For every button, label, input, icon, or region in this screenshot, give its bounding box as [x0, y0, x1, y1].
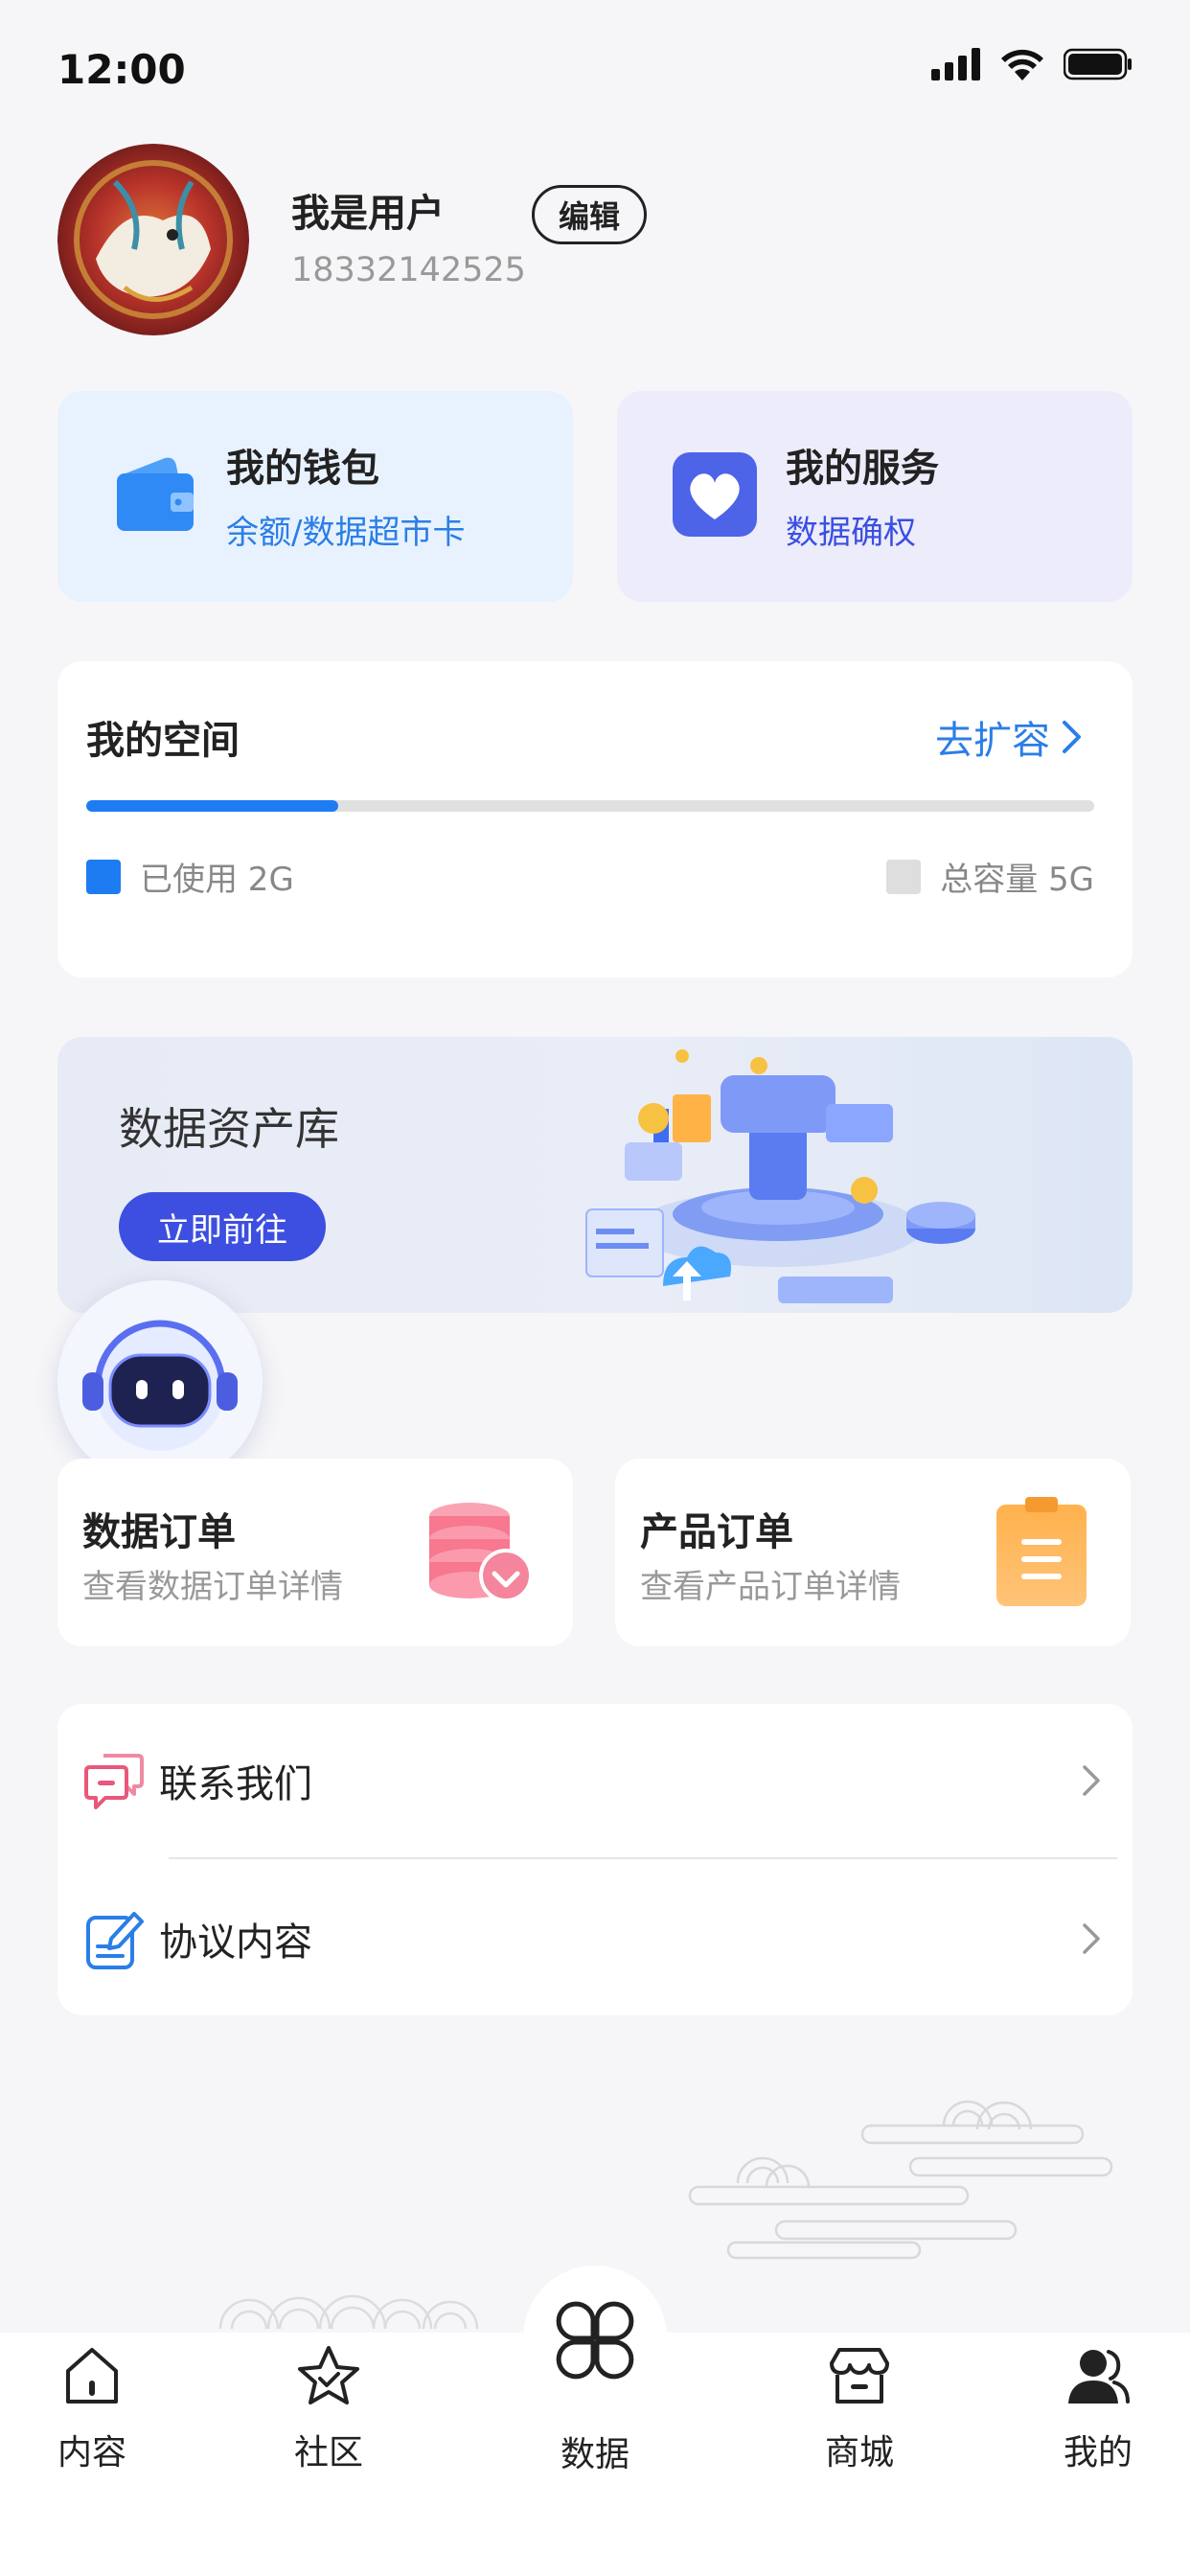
go-now-button[interactable]: 立即前往 [119, 1192, 326, 1261]
storage-card: 我的空间 去扩容 已使用 2G 总容量 5G [57, 661, 1133, 978]
clover-icon[interactable] [547, 2292, 643, 2388]
store-icon [830, 2348, 889, 2404]
database-icon [429, 1503, 533, 1602]
storage-title: 我的空间 [86, 719, 240, 763]
chevron-right-icon [1083, 1765, 1100, 1796]
tab-store[interactable]: 商城 [788, 2342, 931, 2474]
assistant-robot-button[interactable] [57, 1280, 263, 1485]
storage-progress-fill [86, 800, 338, 812]
status-icons [931, 48, 1133, 80]
data-asset-banner[interactable]: 数据资产库 立即前往 [57, 1037, 1133, 1313]
tab-label: 商城 [824, 2433, 894, 2472]
legend-used: 已使用 2G [86, 853, 294, 900]
tab-community[interactable]: 社区 [257, 2342, 400, 2474]
star-icon [298, 2346, 359, 2404]
chevron-right-icon [1063, 721, 1081, 753]
tab-label: 内容 [57, 2433, 126, 2472]
product-order-subtitle: 查看产品订单详情 [640, 1568, 901, 1606]
tab-label: 社区 [293, 2433, 363, 2472]
wallet-icon [117, 457, 194, 531]
agreement-icon [86, 1912, 144, 1969]
tab-label: 我的 [1063, 2433, 1133, 2472]
legend-total-swatch [886, 859, 922, 894]
wallet-title: 我的钱包 [226, 447, 379, 491]
clipboard-icon [996, 1497, 1087, 1606]
service-card[interactable]: 我的服务 数据确权 [617, 391, 1133, 602]
menu-item-label: 联系我们 [159, 1762, 312, 1806]
user-phone: 18332142525 [291, 251, 526, 289]
tab-content[interactable]: 内容 [20, 2342, 164, 2474]
menu-divider [169, 1857, 1117, 1859]
avatar[interactable] [57, 144, 249, 335]
edit-profile-button[interactable]: 编辑 [532, 185, 647, 244]
decorative-clouds-left [218, 2294, 479, 2329]
service-title: 我的服务 [786, 447, 939, 491]
product-order-card[interactable]: 产品订单 查看产品订单详情 [615, 1459, 1131, 1646]
wallet-subtitle: 余额/数据超市卡 [226, 514, 466, 552]
battery-icon [1064, 48, 1132, 80]
expand-storage-label: 去扩容 [935, 719, 1050, 763]
data-order-subtitle: 查看数据订单详情 [82, 1568, 343, 1606]
robot-icon [82, 1320, 238, 1451]
service-subtitle: 数据确权 [786, 514, 916, 552]
menu-item-agreement[interactable]: 协议内容 [57, 1862, 1133, 2015]
chevron-right-icon [1083, 1923, 1100, 1954]
tab-mine[interactable]: 我的 [1026, 2342, 1170, 2474]
storage-progress-bar [86, 800, 1094, 812]
user-icon [1068, 2350, 1130, 2404]
legend-total: 总容量 5G [886, 853, 1094, 900]
product-order-title: 产品订单 [640, 1510, 793, 1554]
legend-used-label: 已使用 2G [140, 861, 294, 899]
legend-used-swatch [86, 859, 121, 894]
data-order-title: 数据订单 [82, 1510, 236, 1554]
tab-data-label[interactable]: 数据 [523, 2426, 667, 2476]
wifi-icon [1001, 49, 1043, 80]
menu-item-contact[interactable]: 联系我们 [57, 1704, 1133, 1857]
signal-icon [931, 48, 980, 80]
heart-icon [673, 452, 757, 537]
menu-item-label: 协议内容 [159, 1920, 312, 1965]
home-icon [66, 2348, 118, 2404]
legend-total-label: 总容量 5G [940, 861, 1094, 899]
data-illustration [585, 1049, 975, 1303]
menu-list: 联系我们 协议内容 [57, 1704, 1133, 2015]
user-name: 我是用户 [291, 192, 445, 236]
chat-icon [84, 1754, 144, 1809]
decorative-clouds [688, 2100, 1113, 2260]
status-time: 12:00 [57, 46, 186, 93]
expand-storage-link[interactable]: 去扩容 [935, 709, 1085, 765]
wallet-card[interactable]: 我的钱包 余额/数据超市卡 [57, 391, 573, 602]
banner-title: 数据资产库 [119, 1103, 339, 1155]
data-order-card[interactable]: 数据订单 查看数据订单详情 [57, 1459, 573, 1646]
